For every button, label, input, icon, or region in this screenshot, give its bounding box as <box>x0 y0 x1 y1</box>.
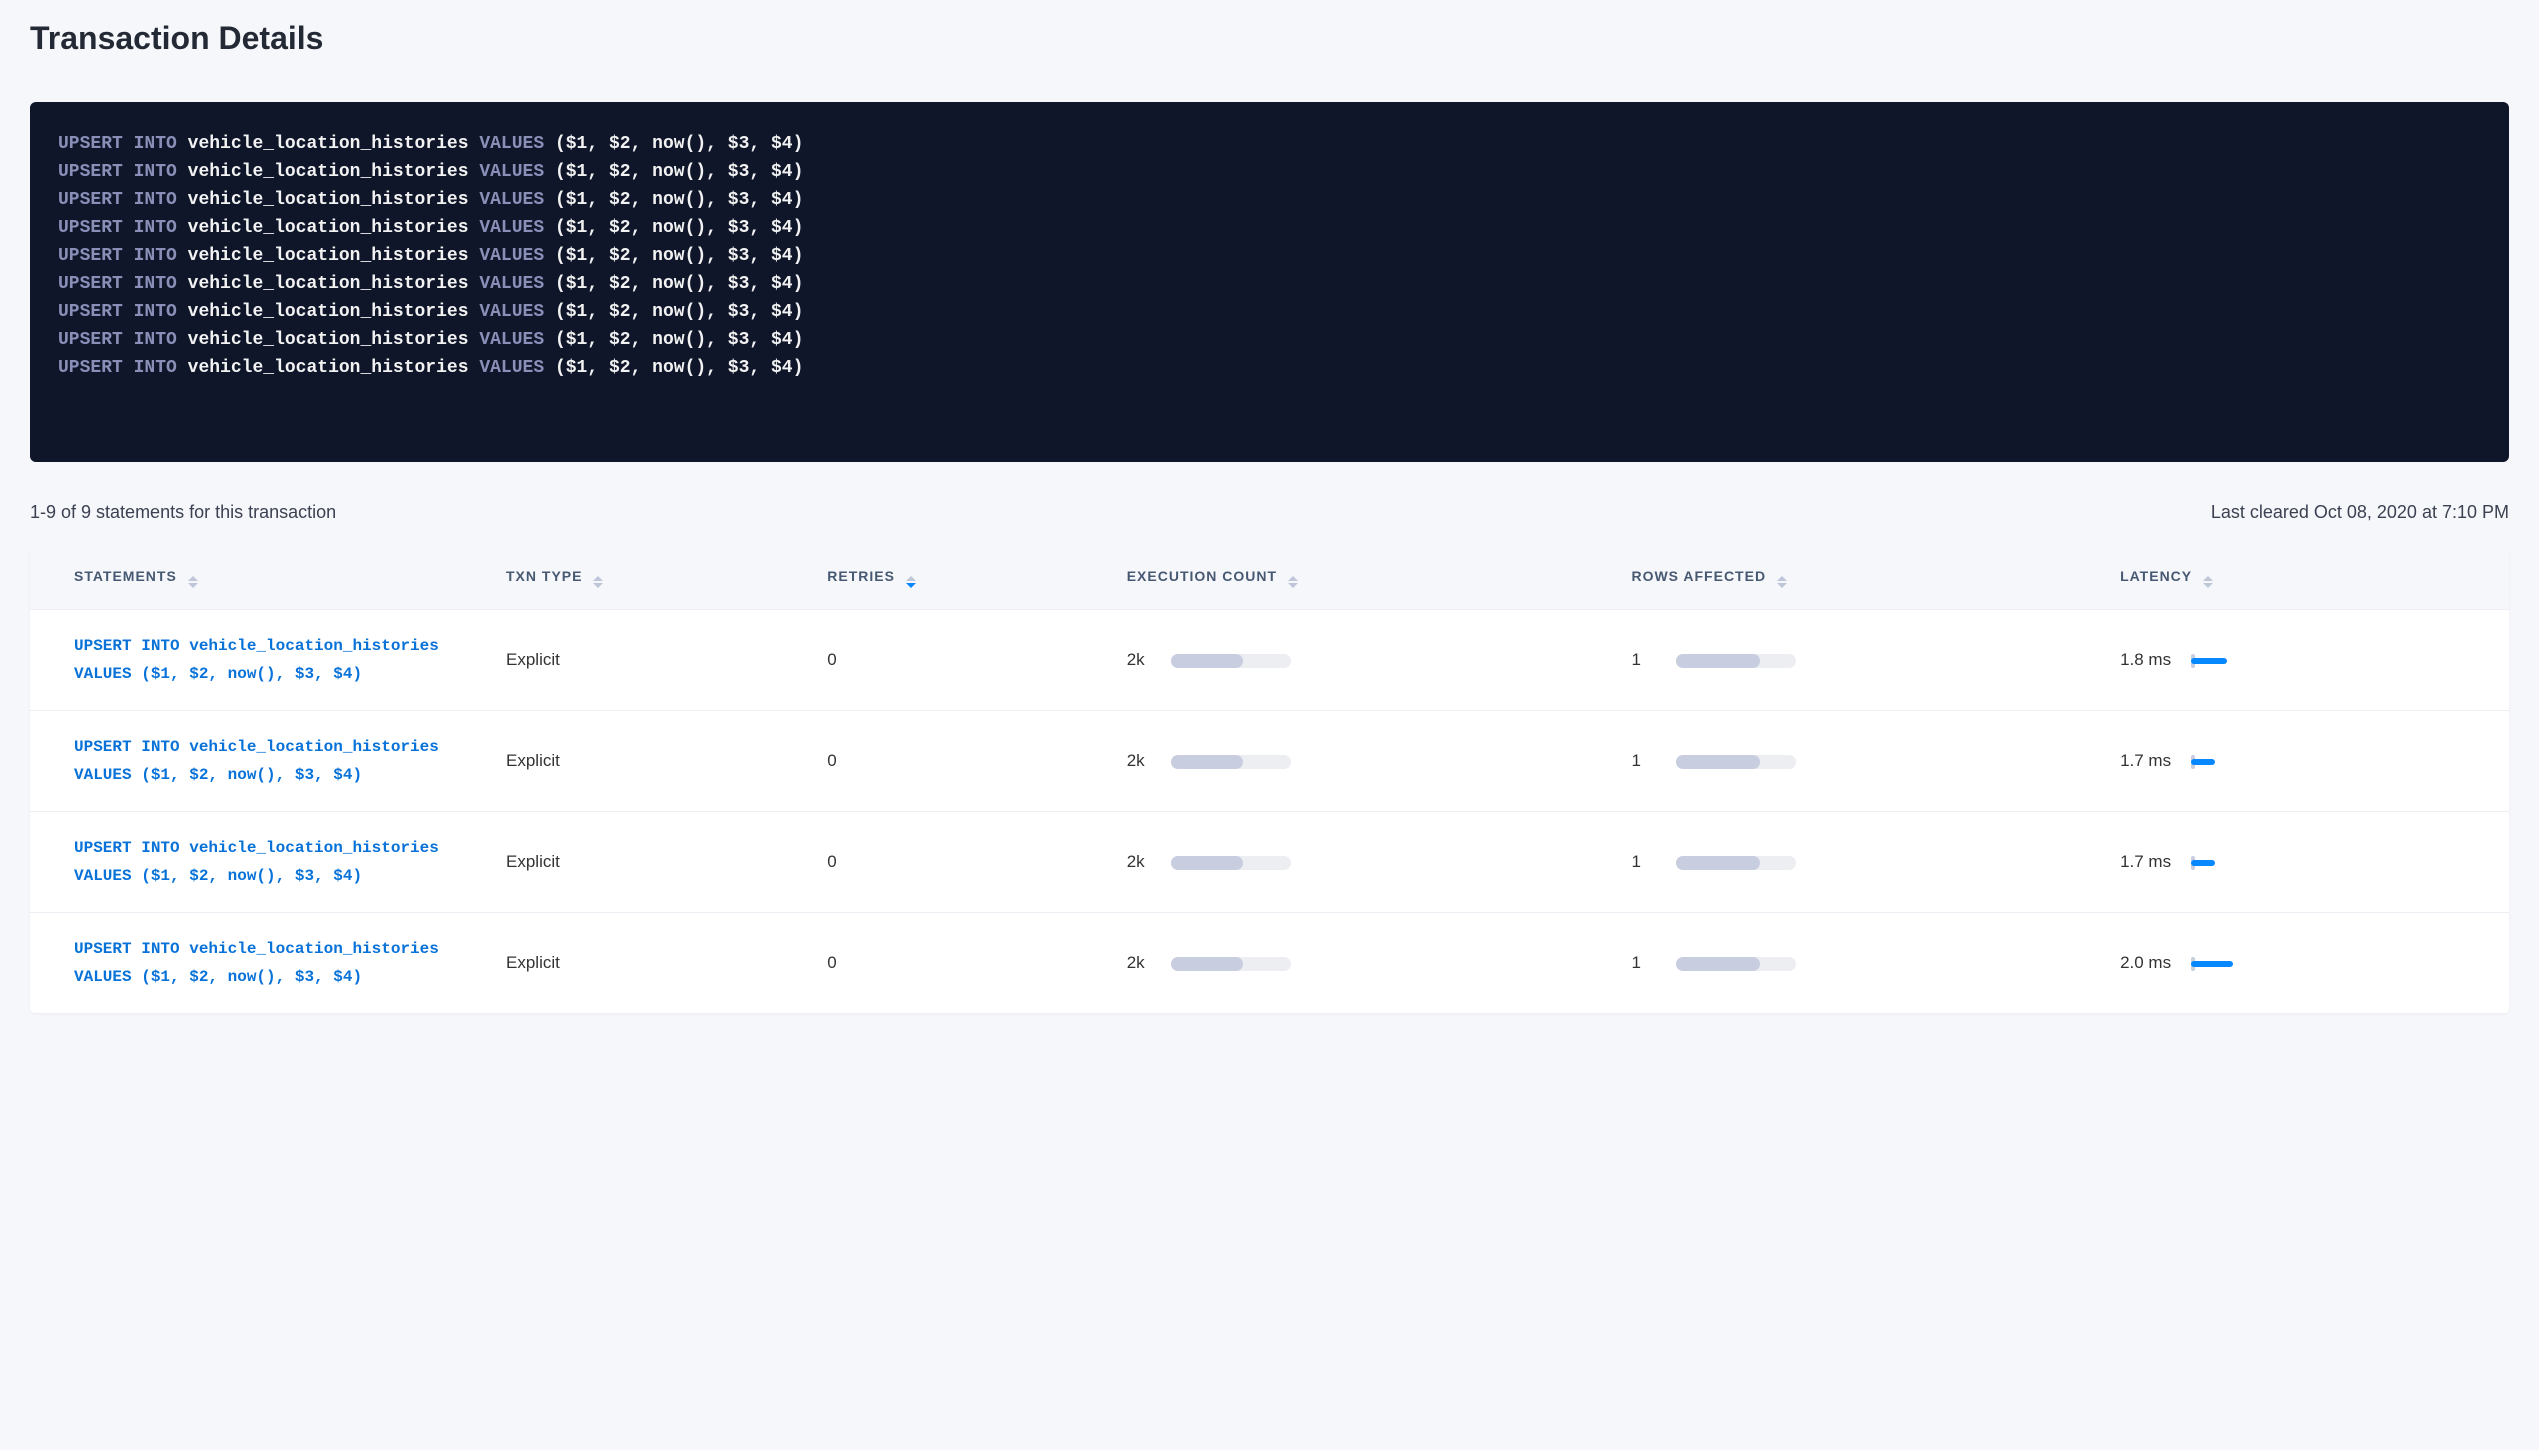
latency-bar <box>2191 955 2251 973</box>
execution-bar <box>1171 856 1291 870</box>
txn-type-cell: Explicit <box>490 610 811 711</box>
col-header-label: Execution Count <box>1127 568 1277 584</box>
statement-count-summary: 1-9 of 9 statements for this transaction <box>30 502 336 523</box>
last-cleared-text: Last cleared Oct 08, 2020 at 7:10 PM <box>2211 502 2509 523</box>
latency-bar <box>2191 854 2251 872</box>
retries-cell: 0 <box>811 812 1110 913</box>
execution-count-cell: 2k <box>1111 913 1616 1014</box>
execution-bar <box>1171 957 1291 971</box>
rows-affected-cell: 1 <box>1615 812 2104 913</box>
execution-count-cell: 2k <box>1111 610 1616 711</box>
latency-cell: 1.7 ms <box>2104 711 2509 812</box>
sort-icon <box>593 575 603 589</box>
rows-bar <box>1676 856 1796 870</box>
latency-cell: 2.0 ms <box>2104 913 2509 1014</box>
statements-table: Statements Txn Type Retries Execution Co… <box>30 548 2509 1013</box>
col-header-label: Txn Type <box>506 568 582 584</box>
rows-bar <box>1676 654 1796 668</box>
col-header-label: Retries <box>827 568 895 584</box>
sort-icon <box>1288 575 1298 589</box>
execution-count-cell: 2k <box>1111 812 1616 913</box>
table-row: UPSERT INTO vehicle_location_historiesVA… <box>30 711 2509 812</box>
table-row: UPSERT INTO vehicle_location_historiesVA… <box>30 812 2509 913</box>
rows-bar <box>1676 755 1796 769</box>
txn-type-cell: Explicit <box>490 711 811 812</box>
sql-codeblock: UPSERT INTO vehicle_location_histories V… <box>30 102 2509 462</box>
statement-link[interactable]: UPSERT INTO vehicle_location_historiesVA… <box>74 632 439 688</box>
rows-bar <box>1676 957 1796 971</box>
latency-bar <box>2191 753 2251 771</box>
col-header-latency[interactable]: Latency <box>2104 548 2509 610</box>
col-header-rows-affected[interactable]: Rows Affected <box>1615 548 2104 610</box>
table-row: UPSERT INTO vehicle_location_historiesVA… <box>30 913 2509 1014</box>
retries-cell: 0 <box>811 913 1110 1014</box>
latency-cell: 1.7 ms <box>2104 812 2509 913</box>
execution-bar <box>1171 654 1291 668</box>
rows-affected-cell: 1 <box>1615 913 2104 1014</box>
rows-affected-cell: 1 <box>1615 610 2104 711</box>
col-header-label: Rows Affected <box>1631 568 1766 584</box>
execution-bar <box>1171 755 1291 769</box>
col-header-label: Statements <box>74 568 177 584</box>
txn-type-cell: Explicit <box>490 812 811 913</box>
sort-icon <box>906 575 916 589</box>
col-header-label: Latency <box>2120 568 2192 584</box>
latency-bar <box>2191 652 2251 670</box>
col-header-statements[interactable]: Statements <box>30 548 490 610</box>
txn-type-cell: Explicit <box>490 913 811 1014</box>
retries-cell: 0 <box>811 610 1110 711</box>
table-row: UPSERT INTO vehicle_location_historiesVA… <box>30 610 2509 711</box>
execution-count-cell: 2k <box>1111 711 1616 812</box>
sort-icon <box>1777 575 1787 589</box>
col-header-txn-type[interactable]: Txn Type <box>490 548 811 610</box>
statement-link[interactable]: UPSERT INTO vehicle_location_historiesVA… <box>74 935 439 991</box>
rows-affected-cell: 1 <box>1615 711 2104 812</box>
retries-cell: 0 <box>811 711 1110 812</box>
statement-link[interactable]: UPSERT INTO vehicle_location_historiesVA… <box>74 834 439 890</box>
statement-link[interactable]: UPSERT INTO vehicle_location_historiesVA… <box>74 733 439 789</box>
sort-icon <box>2203 575 2213 589</box>
latency-cell: 1.8 ms <box>2104 610 2509 711</box>
col-header-execution-count[interactable]: Execution Count <box>1111 548 1616 610</box>
sort-icon <box>188 575 198 589</box>
page-title: Transaction Details <box>30 20 2509 57</box>
col-header-retries[interactable]: Retries <box>811 548 1110 610</box>
